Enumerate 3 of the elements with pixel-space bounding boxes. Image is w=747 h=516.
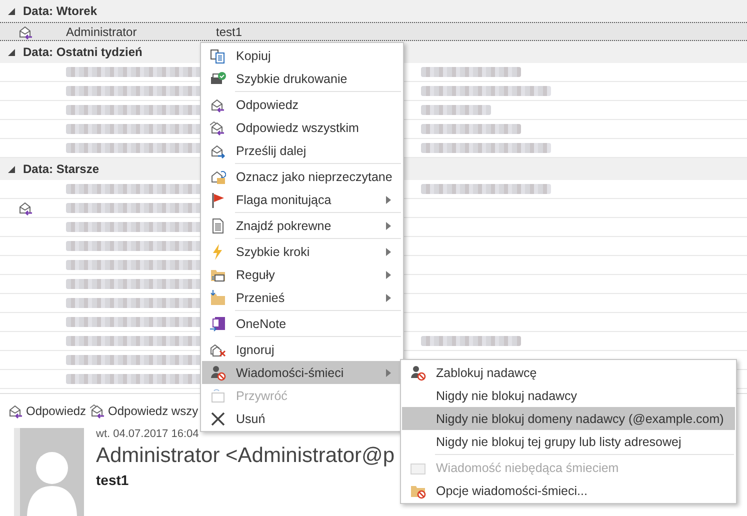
message-sender: Administrator <Administrator@p [96,444,395,468]
message-date: wt. 04.07.2017 16:04 [96,428,200,440]
message-subject: test1 [96,472,130,488]
